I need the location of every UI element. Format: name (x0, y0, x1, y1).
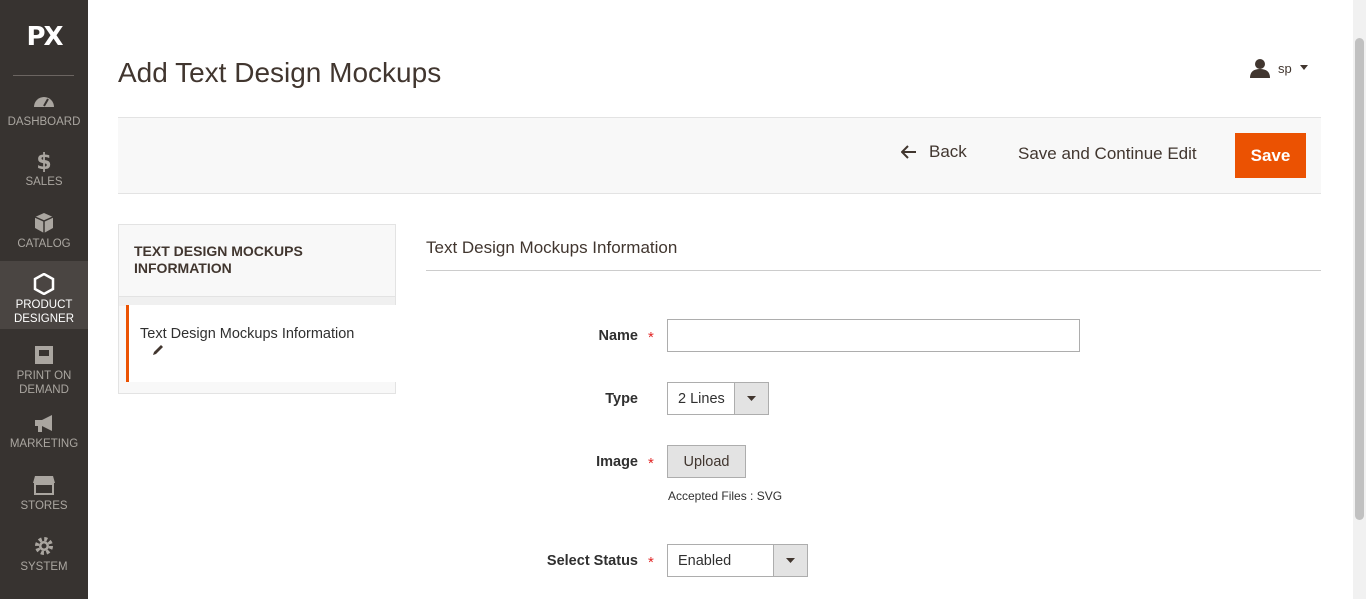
svg-text:$: $ (36, 150, 51, 172)
page-title: Add Text Design Mockups (118, 57, 442, 88)
user-icon (1250, 59, 1270, 78)
sidebar-item-label: PRODUCT DESIGNER (13, 299, 75, 325)
megaphone-icon (35, 415, 52, 432)
sidebar-item-print-on-demand[interactable]: PRINT ON DEMAND (0, 344, 88, 396)
caret-down-icon (747, 395, 756, 401)
caret-down-icon (1299, 65, 1308, 70)
back-button[interactable]: Back (901, 142, 967, 162)
sidebar-item-dashboard[interactable]: DASHBOARD (0, 90, 88, 130)
sidebar-item-system[interactable]: SYSTEM (0, 535, 88, 575)
sidebar-item-label: DASHBOARD (7, 116, 81, 128)
type-label: Type (605, 391, 638, 407)
sidebar-item-catalog[interactable]: CATALOG (0, 212, 88, 252)
select-arrow (734, 383, 768, 414)
sidebar-item-label: SYSTEM (20, 561, 68, 573)
section-divider (426, 270, 1321, 271)
sidebar-item-sales[interactable]: $ SALES (0, 150, 88, 190)
caret-down-icon (786, 557, 795, 563)
sidebar-item-stores[interactable]: STORES (0, 474, 88, 514)
printer-icon (35, 346, 53, 364)
upload-button[interactable]: Upload (667, 445, 746, 478)
arrow-left-icon (901, 145, 916, 159)
required-marker: * (648, 554, 654, 571)
page-actions-toolbar: Back Save and Continue Edit Save (118, 117, 1321, 194)
status-select-value: Enabled (678, 552, 732, 569)
admin-sidebar: PX DASHBOARD $ SALES CATALOG PRODUCT DES… (0, 0, 88, 599)
scrollbar-thumb[interactable] (1355, 38, 1364, 520)
store-icon (33, 476, 55, 495)
select-arrow (773, 545, 807, 576)
required-marker: * (648, 455, 654, 472)
name-label: Name (598, 328, 639, 344)
user-menu[interactable]: sp (1250, 58, 1308, 78)
sidebar-item-label: SALES (25, 176, 63, 188)
gear-icon (35, 537, 53, 555)
type-select-value: 2 Lines (678, 390, 725, 407)
sidebar-item-label: STORES (20, 500, 68, 512)
sidebar-item-label: PRINT ON DEMAND (16, 370, 72, 396)
type-select[interactable]: 2 Lines (667, 382, 769, 415)
save-button[interactable]: Save (1235, 133, 1306, 178)
hexagon-icon (33, 273, 55, 295)
sidebar-item-marketing[interactable]: MARKETING (0, 412, 88, 452)
box-icon (34, 213, 54, 233)
required-marker: * (648, 329, 654, 346)
image-label: Image (596, 454, 638, 470)
app-logo[interactable]: PX (0, 22, 88, 52)
tab-label: Text Design Mockups Information (140, 326, 355, 342)
sidebar-item-product-designer[interactable]: PRODUCT DESIGNER (0, 261, 88, 329)
user-name: sp (1278, 60, 1292, 76)
pencil-icon (153, 345, 163, 355)
sidebar-item-label: CATALOG (17, 238, 71, 250)
save-and-continue-button[interactable]: Save and Continue Edit (1018, 144, 1197, 164)
status-label: Select Status (546, 553, 638, 569)
section-title: Text Design Mockups Information (426, 238, 678, 257)
tab-text-design-mockups-information[interactable]: Text Design Mockups Information (126, 305, 396, 382)
logo-divider (13, 75, 74, 76)
form-tabs-panel: TEXT DESIGN MOCKUPS INFORMATION Text Des… (118, 224, 396, 394)
accepted-files-hint: Accepted Files : SVG (668, 489, 783, 503)
status-select[interactable]: Enabled (667, 544, 808, 577)
dollar-icon: $ (36, 150, 51, 172)
tabs-title: TEXT DESIGN MOCKUPS INFORMATION (134, 243, 303, 276)
dashboard-icon (34, 97, 54, 107)
back-label: Back (929, 142, 967, 161)
name-input[interactable] (667, 319, 1080, 352)
sidebar-item-label: MARKETING (9, 438, 79, 450)
